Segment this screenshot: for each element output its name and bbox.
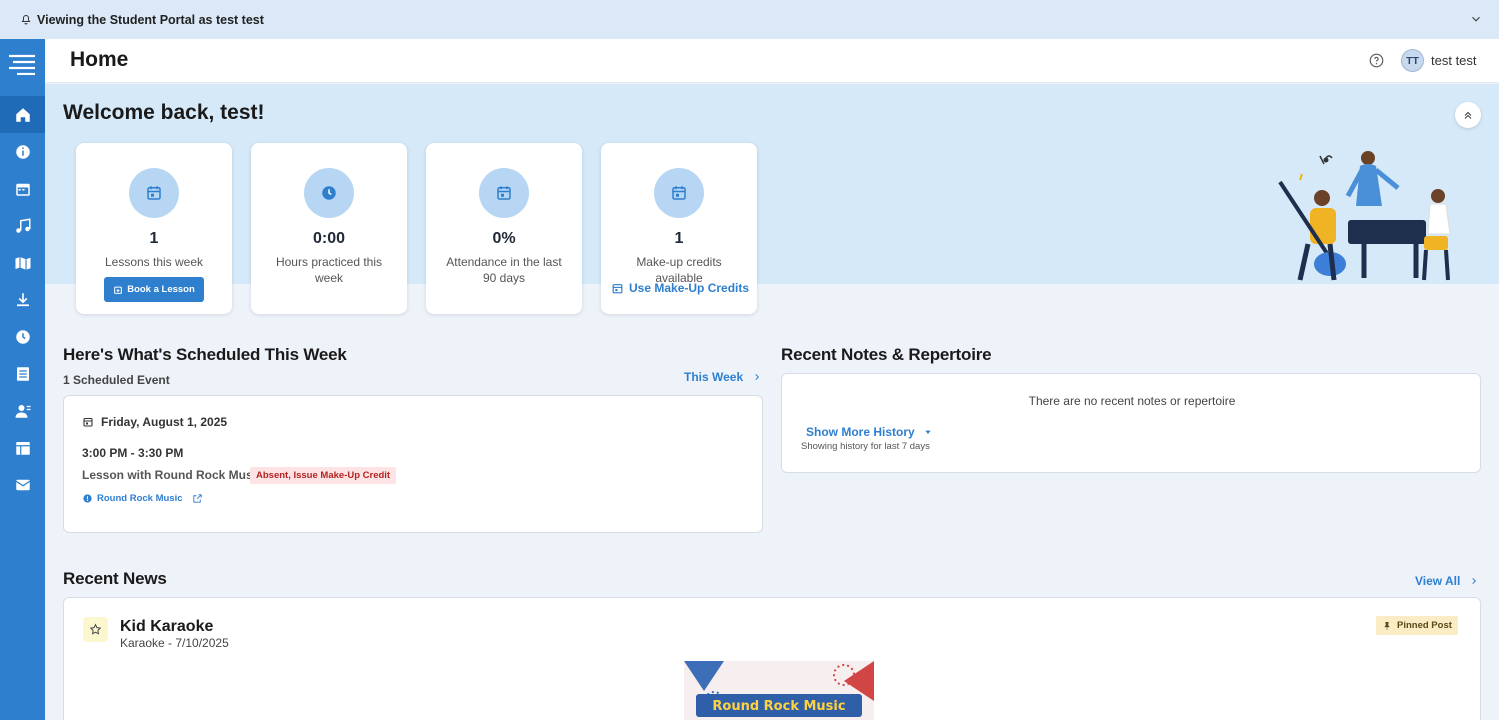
clock-icon xyxy=(322,186,336,200)
chevron-right-icon xyxy=(755,373,760,381)
calendar-icon-circle xyxy=(654,168,704,218)
schedule-heading: Here's What's Scheduled This Week xyxy=(63,345,347,364)
event-location-text: Round Rock Music xyxy=(97,493,183,504)
sidebar xyxy=(0,39,45,720)
news-title: Kid Karaoke xyxy=(120,618,214,635)
book-lesson-button[interactable]: Book a Lesson xyxy=(104,277,204,302)
document-list-icon xyxy=(16,366,29,381)
show-more-history-button[interactable]: Show More History xyxy=(806,425,932,439)
scheduled-event-count: 1 Scheduled Event xyxy=(63,373,170,387)
calendar-icon xyxy=(15,183,30,196)
calendar-icon-circle xyxy=(129,168,179,218)
stat-card-lessons: 1 Lessons this week Book a Lesson xyxy=(76,143,232,314)
stat-label: Attendance in the last 90 days xyxy=(446,255,562,285)
calendar-icon xyxy=(83,417,93,427)
event-location-link[interactable]: Round Rock Music xyxy=(82,493,203,504)
sidebar-item-info[interactable] xyxy=(0,133,45,170)
calendar-icon xyxy=(147,186,161,200)
info-icon xyxy=(15,144,30,159)
sidebar-item-home[interactable] xyxy=(0,96,45,133)
store-icon xyxy=(15,441,30,455)
view-all-news-link[interactable]: View All xyxy=(1415,574,1478,588)
stat-value: 0:00 xyxy=(312,230,346,247)
stat-value: 1 xyxy=(674,230,684,247)
calendar-icon xyxy=(672,186,686,200)
notes-heading: Recent Notes & Repertoire xyxy=(781,345,992,364)
musicians-illustration xyxy=(1278,151,1451,281)
stat-card-makeup: 1 Make-up credits available Use Make-Up … xyxy=(601,143,757,314)
pinned-post-label: Pinned Post xyxy=(1397,620,1452,631)
news-image: Round Rock Music xyxy=(684,661,874,720)
book-lesson-label: Book a Lesson xyxy=(127,284,195,295)
double-chevron-up-icon xyxy=(1464,111,1472,119)
star-icon-badge xyxy=(83,617,108,642)
chevron-right-icon xyxy=(1472,577,1477,585)
sidebar-item-history[interactable] xyxy=(0,318,45,355)
sidebar-item-music[interactable] xyxy=(0,207,45,244)
banner-text: Viewing the Student Portal as test test xyxy=(37,12,264,27)
event-time: 3:00 PM - 3:30 PM xyxy=(82,446,184,460)
sidebar-item-map[interactable] xyxy=(0,244,45,281)
stat-card-hours: 0:00 Hours practiced this week xyxy=(251,143,407,314)
this-week-label: This Week xyxy=(684,370,744,384)
portal-banner: Viewing the Student Portal as test test xyxy=(0,0,1499,39)
calendar-icon-circle xyxy=(479,168,529,218)
page-title: Home xyxy=(70,48,129,71)
calendar-add-icon xyxy=(114,286,123,294)
use-makeup-credits-link[interactable]: Use Make-Up Credits xyxy=(611,281,749,295)
notes-empty-message: There are no recent notes or repertoire xyxy=(1028,394,1236,408)
stat-value: 0% xyxy=(492,230,516,247)
sidebar-item-profile[interactable] xyxy=(0,392,45,429)
chevron-down-icon[interactable] xyxy=(1469,12,1483,26)
stat-label: Lessons this week xyxy=(104,255,204,269)
sidebar-item-mail[interactable] xyxy=(0,466,45,503)
sidebar-item-documents[interactable] xyxy=(0,355,45,392)
stat-label: Hours practiced this week xyxy=(275,255,383,285)
music-note-icon xyxy=(15,217,30,233)
show-more-history-label: Show More History xyxy=(806,425,915,439)
notes-card: There are no recent notes or repertoire … xyxy=(781,373,1481,473)
event-date: Friday, August 1, 2025 xyxy=(82,415,227,429)
sidebar-item-download[interactable] xyxy=(0,281,45,318)
clock-icon xyxy=(15,329,30,344)
this-week-link[interactable]: This Week xyxy=(684,370,761,384)
home-icon xyxy=(15,107,30,122)
map-icon xyxy=(15,256,30,270)
event-date-text: Friday, August 1, 2025 xyxy=(101,415,228,429)
stat-value: 1 xyxy=(149,230,159,247)
news-heading: Recent News xyxy=(63,569,167,588)
stat-card-attendance: 0% Attendance in the last 90 days xyxy=(426,143,582,314)
collapse-hero-button[interactable] xyxy=(1455,102,1481,128)
sidebar-item-calendar[interactable] xyxy=(0,170,45,207)
help-icon[interactable] xyxy=(1369,53,1384,68)
use-makeup-credits-label: Use Make-Up Credits xyxy=(629,281,750,295)
welcome-heading: Welcome back, test! xyxy=(63,101,265,124)
news-image-caption: Round Rock Music xyxy=(712,699,845,714)
star-icon xyxy=(89,623,102,635)
sidebar-item-store[interactable] xyxy=(0,429,45,466)
calendar-edit-icon xyxy=(612,283,623,293)
history-hint: Showing history for last 7 days xyxy=(801,441,930,452)
avatar[interactable]: TT xyxy=(1401,49,1424,72)
menu-logo-icon[interactable] xyxy=(7,53,37,75)
top-header: Home TT test test xyxy=(45,39,1499,83)
download-icon xyxy=(16,292,29,306)
user-name[interactable]: test test xyxy=(1431,53,1477,68)
scheduled-event-card[interactable]: Friday, August 1, 2025 3:00 PM - 3:30 PM… xyxy=(63,395,763,533)
news-subtitle: Karaoke - 7/10/2025 xyxy=(120,636,229,650)
bell-icon xyxy=(21,14,31,24)
clock-icon-circle xyxy=(304,168,354,218)
event-title: Lesson with Round Rock Music xyxy=(82,468,263,482)
location-icon xyxy=(83,494,92,503)
pin-icon xyxy=(1384,621,1390,630)
view-all-label: View All xyxy=(1415,574,1461,588)
status-badge: Absent, Issue Make-Up Credit xyxy=(250,467,397,484)
pinned-post-badge: Pinned Post xyxy=(1376,616,1458,635)
caret-down-icon xyxy=(925,430,931,434)
external-link-icon xyxy=(192,494,202,503)
calendar-icon xyxy=(497,186,511,200)
person-icon xyxy=(15,404,30,418)
news-post-card[interactable]: Kid Karaoke Karaoke - 7/10/2025 Pinned P… xyxy=(63,597,1481,720)
mail-icon xyxy=(15,479,30,490)
